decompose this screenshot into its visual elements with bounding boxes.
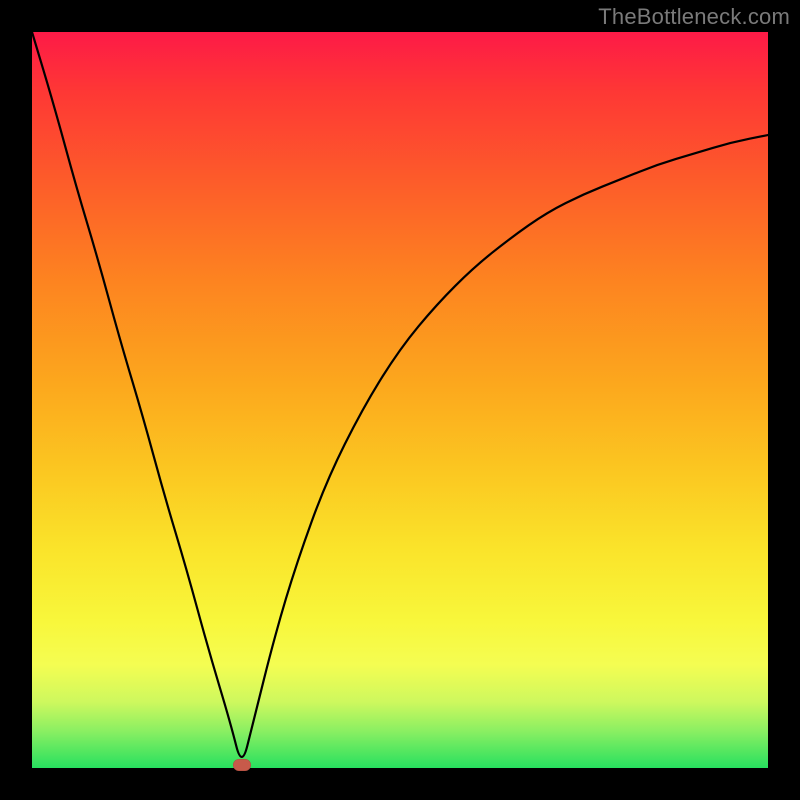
watermark-text: TheBottleneck.com	[598, 4, 790, 30]
chart-frame: TheBottleneck.com	[0, 0, 800, 800]
min-marker	[233, 759, 251, 771]
curve-svg	[32, 32, 768, 768]
plot-area	[32, 32, 768, 768]
bottleneck-curve	[32, 32, 768, 757]
